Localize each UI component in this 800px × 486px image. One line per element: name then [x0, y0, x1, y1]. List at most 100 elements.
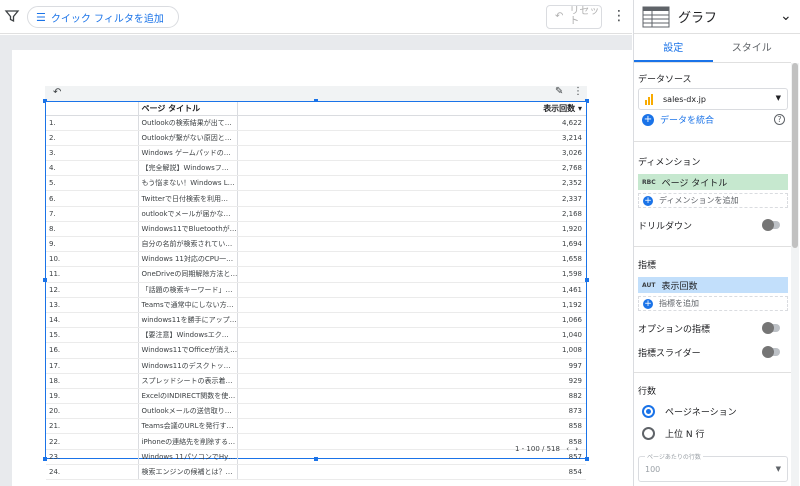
table-row[interactable]: 10. Windows 11対応のCPU一… 1,658: [46, 251, 586, 268]
table-row[interactable]: 8. Windows11でBluetoothが… 1,920: [46, 221, 586, 238]
dimension-heading: ディメンション: [638, 158, 701, 168]
table-row[interactable]: 16. Windows11でOfficeが消え… 1,008: [46, 342, 586, 359]
reset-button[interactable]: ↶ リセット: [546, 5, 602, 29]
table-chart[interactable]: ↶ ✎ ⋮ ページ タイトル 表示回数 ▾ 1. Outlookの検索結果が出て…: [43, 86, 589, 481]
panel-scrollbar[interactable]: [791, 63, 799, 486]
analytics-icon: [645, 93, 653, 105]
optional-metrics-toggle[interactable]: [762, 322, 780, 334]
metric-chip[interactable]: AUT 表示回数: [638, 277, 788, 293]
header-views[interactable]: 表示回数 ▾: [237, 102, 586, 116]
table-row[interactable]: 19. ExcelのINDIRECT関数を使… 882: [46, 388, 586, 405]
add-quick-filter-button[interactable]: ☰ クイック フィルタを追加: [27, 6, 179, 28]
page-title-cell: 自分の名前が検索されてい…: [138, 236, 239, 253]
undo-chart-icon[interactable]: ↶: [53, 87, 61, 98]
rows-per-page-value: 100: [645, 465, 661, 474]
views-cell: 882: [237, 388, 586, 405]
drilldown-toggle[interactable]: [762, 219, 780, 231]
page-title-cell: もう悩まない！Windows L…: [138, 175, 239, 192]
row-index-cell: 11.: [46, 266, 139, 283]
metric-slider-toggle[interactable]: [762, 346, 780, 358]
table-row[interactable]: 20. Outlookメールの送信取り… 873: [46, 403, 586, 420]
prev-page-icon[interactable]: ‹: [566, 445, 569, 453]
table-row[interactable]: 11. OneDriveの同期解除方法と… 1,598: [46, 266, 586, 283]
pagination-radio[interactable]: ページネーション: [642, 405, 737, 418]
page-title-cell: OneDriveの同期解除方法と…: [138, 266, 239, 283]
metric-type-tag: AUT: [642, 281, 656, 289]
properties-panel: グラフ ⌄ 設定 スタイル データソース sales-dx.jp ▼ + データ…: [633, 0, 800, 486]
page-title-cell: Windows11でBluetoothが…: [138, 221, 239, 238]
table-row[interactable]: 6. Twitterで日付検索を利用… 2,337: [46, 190, 586, 207]
table-row[interactable]: 4. 【完全解説】Windowsフ… 2,768: [46, 160, 586, 177]
row-index-cell: 24.: [46, 464, 139, 481]
metric-heading: 指標: [638, 261, 657, 271]
divider: [634, 372, 791, 373]
views-cell: 854: [237, 464, 586, 481]
page-title-cell: Windows11のデスクトッ…: [138, 358, 239, 374]
sort-desc-icon: ▾: [577, 103, 582, 113]
more-options-icon[interactable]: ⋮: [612, 8, 626, 26]
edit-pencil-icon[interactable]: ✎: [555, 86, 563, 97]
table-row[interactable]: 13. Teamsで通常中にしない方… 1,192: [46, 297, 586, 313]
tab-setup[interactable]: 設定: [634, 35, 713, 62]
add-icon: +: [642, 113, 654, 126]
table-row[interactable]: 12. 「話題の検索キーワード」… 1,461: [46, 282, 586, 298]
table-row[interactable]: 23. Windows 11パソコンでHy… 857: [46, 449, 586, 465]
add-dimension-field[interactable]: + ディメンションを追加: [638, 193, 788, 208]
report-toolbar: ☰ クイック フィルタを追加 ↶ リセット ⋮: [0, 0, 632, 34]
data-source-select[interactable]: sales-dx.jp ▼: [638, 88, 788, 110]
top-n-option-label: 上位 N 行: [665, 430, 705, 440]
header-page-title[interactable]: ページ タイトル: [138, 102, 239, 116]
top-n-radio[interactable]: 上位 N 行: [642, 427, 704, 440]
dimension-chip[interactable]: RBC ページ タイトル: [638, 174, 788, 190]
table-row[interactable]: 18. スプレッドシートの表示着… 929: [46, 373, 586, 389]
tab-style[interactable]: スタイル: [713, 35, 792, 62]
views-cell: 997: [237, 358, 586, 374]
dimension-type-tag: RBC: [642, 178, 656, 186]
table-header-row: ページ タイトル 表示回数 ▾: [46, 102, 586, 116]
add-icon: +: [643, 195, 653, 206]
page-title-cell: 【要注意】Windowsエク…: [138, 327, 239, 344]
chart-type-header[interactable]: グラフ ⌄: [634, 0, 800, 34]
table-row[interactable]: 2. Outlookが繋がない原因と… 3,214: [46, 130, 586, 146]
report-page: ↶ ✎ ⋮ ページ タイトル 表示回数 ▾ 1. Outlookの検索結果が出て…: [12, 50, 632, 486]
row-index-cell: 20.: [46, 403, 139, 420]
header-index: [46, 102, 139, 116]
views-cell: 1,066: [237, 312, 586, 329]
table-row[interactable]: 5. もう悩まない！Windows L… 2,352: [46, 175, 586, 192]
views-cell: 2,352: [237, 175, 586, 192]
table-row[interactable]: 22. iPhoneの連絡先を削除する… 858: [46, 433, 586, 450]
table-row[interactable]: 7. outlookでメールが届かな… 2,168: [46, 206, 586, 222]
drilldown-label: ドリルダウン: [638, 222, 693, 232]
table-row[interactable]: 3. Windows ゲームパッドの… 3,026: [46, 145, 586, 162]
views-cell: 2,168: [237, 206, 586, 222]
table-row[interactable]: 15. 【要注意】Windowsエク… 1,040: [46, 327, 586, 344]
row-index-cell: 3.: [46, 145, 139, 162]
table-row[interactable]: 21. Teams会議のURLを発行す… 858: [46, 418, 586, 435]
table-row[interactable]: 1. Outlookの検索結果が出て… 4,622: [46, 115, 586, 131]
blend-data-link[interactable]: + データを統合: [642, 113, 714, 126]
header-views-label: 表示回数: [543, 103, 576, 113]
table-row[interactable]: 14. windows11を勝手にアップ… 1,066: [46, 312, 586, 329]
table-row[interactable]: 9. 自分の名前が検索されてい… 1,694: [46, 236, 586, 253]
dropdown-arrow-icon: ▼: [775, 94, 781, 102]
table-row[interactable]: 24. 検索エンジンの候補とは？… 854: [46, 464, 586, 481]
row-index-cell: 13.: [46, 297, 139, 313]
views-cell: 1,008: [237, 342, 586, 359]
rows-per-page-select[interactable]: ページあたりの行数 100 ▼: [638, 452, 788, 482]
pagination-option-label: ページネーション: [665, 408, 737, 418]
rows-per-page-label: ページあたりの行数: [645, 452, 703, 461]
row-index-cell: 14.: [46, 312, 139, 329]
scroll-thumb[interactable]: [792, 63, 798, 248]
table-row[interactable]: 17. Windows11のデスクトッ… 997: [46, 358, 586, 374]
chart-menu-icon[interactable]: ⋮: [573, 86, 583, 97]
views-cell: 3,214: [237, 130, 586, 146]
radio-selected-icon: [642, 405, 655, 418]
help-icon[interactable]: ?: [774, 114, 785, 125]
filter-icon[interactable]: [4, 8, 20, 24]
next-page-icon[interactable]: ›: [575, 445, 578, 453]
rows-heading: 行数: [638, 387, 657, 397]
add-icon: +: [643, 298, 653, 309]
chevron-down-icon[interactable]: ⌄: [780, 8, 792, 24]
page-title-cell: Windows 11対応のCPU一…: [138, 251, 239, 268]
add-metric-field[interactable]: + 指標を追加: [638, 296, 788, 311]
